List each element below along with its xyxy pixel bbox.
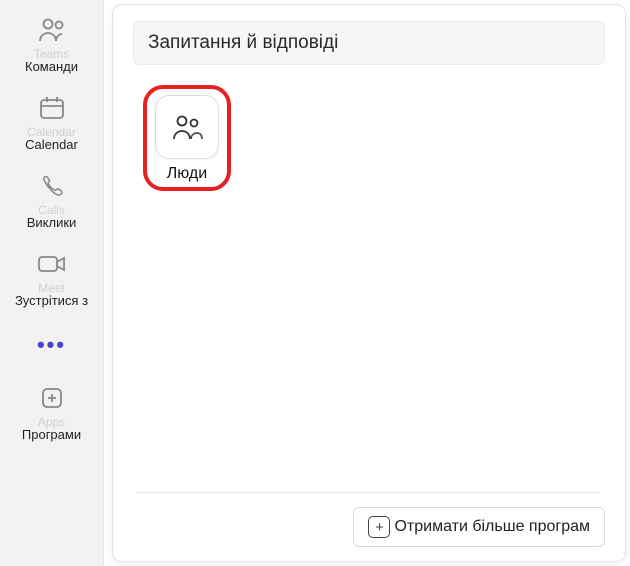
main-area: Запитання й відповіді Люди — [104, 0, 630, 566]
tile-label: Люди — [167, 165, 207, 183]
apps-popover: Запитання й відповіді Люди — [112, 4, 626, 562]
divider — [137, 492, 601, 493]
sidebar-label: Виклики — [27, 215, 77, 230]
tile-people — [155, 95, 219, 159]
sidebar-label: Програми — [22, 427, 81, 442]
search-input[interactable]: Запитання й відповіді — [133, 21, 605, 65]
phone-icon — [37, 171, 67, 201]
video-icon — [37, 249, 67, 279]
sidebar-label: Calendar — [25, 137, 78, 152]
sidebar-label: Зустрітися з — [15, 293, 88, 308]
sidebar-item-apps[interactable]: Apps Програми — [0, 372, 103, 450]
sidebar-item-calls[interactable]: Calls Виклики — [0, 160, 103, 238]
teams-icon — [37, 15, 67, 45]
get-more-label: Отримати більше програм — [394, 518, 590, 536]
popover-footer: + Отримати більше програм — [133, 507, 605, 547]
left-rail: Teams Команди Calendar Calendar Cal — [0, 0, 104, 566]
sidebar-label: Команди — [25, 59, 78, 74]
sidebar-item-meet[interactable]: Meet Зустрітися з — [0, 238, 103, 316]
more-icon: ••• — [37, 330, 67, 360]
sidebar-item-teams[interactable]: Teams Команди — [0, 4, 103, 82]
plus-box-icon: + — [368, 516, 390, 538]
search-text: Запитання й відповіді — [148, 32, 338, 53]
get-more-apps-button[interactable]: + Отримати більше програм — [353, 507, 605, 547]
sidebar-item-more[interactable]: ••• — [0, 316, 103, 372]
tile-people-highlighted[interactable]: Люди — [143, 85, 231, 191]
app-tiles: Люди — [133, 65, 605, 492]
apps-plus-icon — [37, 383, 67, 413]
sidebar-item-calendar[interactable]: Calendar Calendar — [0, 82, 103, 160]
calendar-icon — [37, 93, 67, 123]
people-icon — [170, 113, 204, 141]
app-root: Teams Команди Calendar Calendar Cal — [0, 0, 630, 566]
